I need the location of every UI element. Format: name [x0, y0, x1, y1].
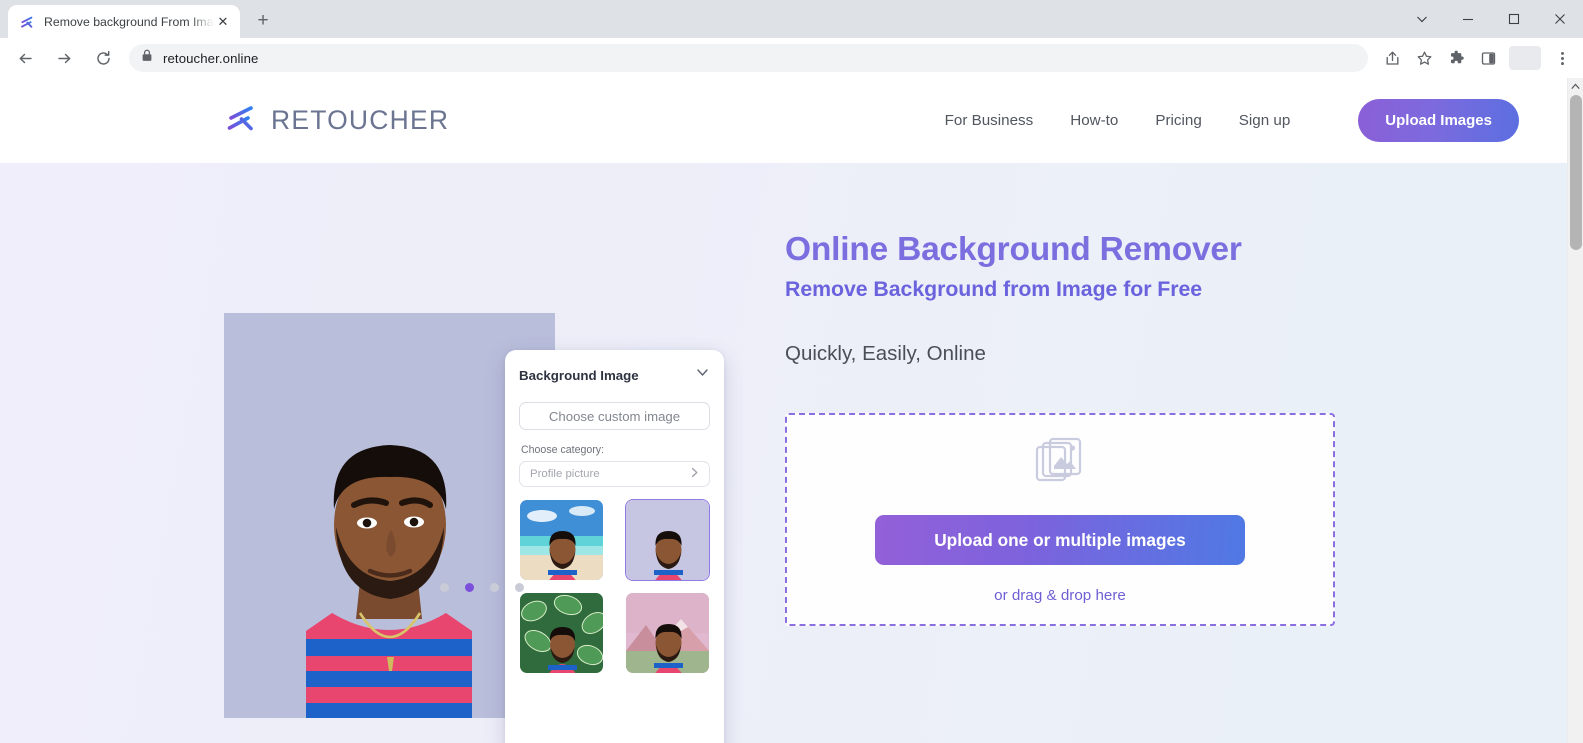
panel-header: Background Image	[519, 365, 710, 385]
upload-multiple-images-button[interactable]: Upload one or multiple images	[875, 515, 1245, 566]
thumbnail-tropical-leaves-background[interactable]	[519, 592, 604, 674]
choose-category-label: Choose category:	[521, 444, 605, 456]
panel-title: Background Image	[519, 367, 639, 383]
side-panel-icon[interactable]	[1473, 43, 1503, 73]
page-viewport: RETOUCHER For Business How-to Pricing Si…	[0, 78, 1583, 743]
maximize-icon[interactable]	[1491, 1, 1537, 37]
browser-tab[interactable]: Remove background From Image ✕	[8, 5, 240, 38]
background-thumbnail-grid	[519, 499, 710, 674]
upload-dropzone[interactable]: Upload one or multiple images or drag & …	[785, 412, 1335, 626]
profile-avatar[interactable]	[1509, 46, 1541, 70]
thumbnail-lavender-background[interactable]	[625, 499, 710, 581]
carousel-dot-1[interactable]	[440, 583, 449, 592]
drag-drop-hint: or drag & drop here	[994, 587, 1126, 605]
scrollbar-thumb[interactable]	[1570, 95, 1582, 250]
minimize-icon[interactable]	[1445, 1, 1491, 37]
tab-strip: Remove background From Image ✕ +	[0, 0, 1583, 38]
tab-title: Remove background From Image	[44, 14, 214, 29]
chevron-down-icon[interactable]	[695, 365, 710, 385]
nav-item-sign-up[interactable]: Sign up	[1239, 112, 1291, 129]
page-tagline: Quickly, Easily, Online	[785, 341, 986, 365]
page-scrollbar[interactable]	[1567, 78, 1583, 743]
retoucher-landing-page: RETOUCHER For Business How-to Pricing Si…	[0, 78, 1567, 743]
choose-custom-image-button[interactable]: Choose custom image	[519, 402, 710, 430]
page-subtitle: Remove Background from Image for Free	[785, 276, 1203, 301]
carousel-dot-3[interactable]	[490, 583, 499, 592]
upload-images-button[interactable]: Upload Images	[1358, 99, 1519, 142]
share-icon[interactable]	[1377, 43, 1407, 73]
tab-search-icon[interactable]	[1399, 1, 1445, 37]
site-logo[interactable]: RETOUCHER	[224, 101, 449, 140]
carousel-dot-4[interactable]	[515, 583, 524, 592]
hero-section: Background Image Choose custom image Cho…	[0, 163, 1567, 743]
site-logo-text: RETOUCHER	[271, 105, 450, 135]
address-bar[interactable]: retoucher.online	[129, 44, 1368, 72]
reload-icon[interactable]	[88, 43, 118, 73]
thumbnail-pink-mountain-background[interactable]	[625, 592, 710, 674]
background-image-panel: Background Image Choose custom image Cho…	[505, 350, 724, 743]
carousel-dot-2[interactable]	[465, 583, 474, 592]
nav-item-pricing[interactable]: Pricing	[1155, 112, 1201, 129]
star-icon[interactable]	[1409, 43, 1439, 73]
retoucher-logo-mark-icon	[224, 101, 258, 140]
toolbar-actions	[1377, 43, 1577, 73]
hero-copy-area: Online Background Remover Remove Backgro…	[775, 163, 1567, 743]
scrollbar-up-arrow-icon[interactable]	[1568, 78, 1583, 95]
browser-toolbar: retoucher.online	[0, 38, 1583, 78]
chevron-right-icon	[688, 466, 701, 482]
three-dot-menu-icon[interactable]	[1547, 43, 1577, 73]
url-text: retoucher.online	[163, 50, 259, 66]
stacked-images-icon	[1033, 434, 1087, 493]
retoucher-logo-icon	[19, 14, 35, 30]
page-title: Online Background Remover	[785, 231, 1242, 268]
back-arrow-icon[interactable]	[10, 43, 40, 73]
browser-window: Remove background From Image ✕ + retouch…	[0, 0, 1583, 743]
nav-item-how-to[interactable]: How-to	[1070, 112, 1118, 129]
forward-arrow-icon[interactable]	[49, 43, 79, 73]
category-select-value: Profile picture	[530, 468, 600, 480]
category-select[interactable]: Profile picture	[519, 461, 710, 487]
window-controls	[1399, 0, 1583, 38]
thumbnail-beach-background[interactable]	[519, 499, 604, 581]
lock-icon	[141, 49, 153, 67]
puzzle-icon[interactable]	[1441, 43, 1471, 73]
main-nav: For Business How-to Pricing Sign up Uplo…	[945, 99, 1519, 142]
tab-close-icon[interactable]: ✕	[214, 13, 232, 31]
site-header: RETOUCHER For Business How-to Pricing Si…	[0, 78, 1567, 163]
nav-item-for-business[interactable]: For Business	[945, 112, 1034, 129]
hero-demo-area: Background Image Choose custom image Cho…	[0, 163, 775, 743]
close-window-icon[interactable]	[1537, 1, 1583, 37]
new-tab-button[interactable]: +	[249, 7, 277, 35]
carousel-dots	[440, 583, 524, 592]
